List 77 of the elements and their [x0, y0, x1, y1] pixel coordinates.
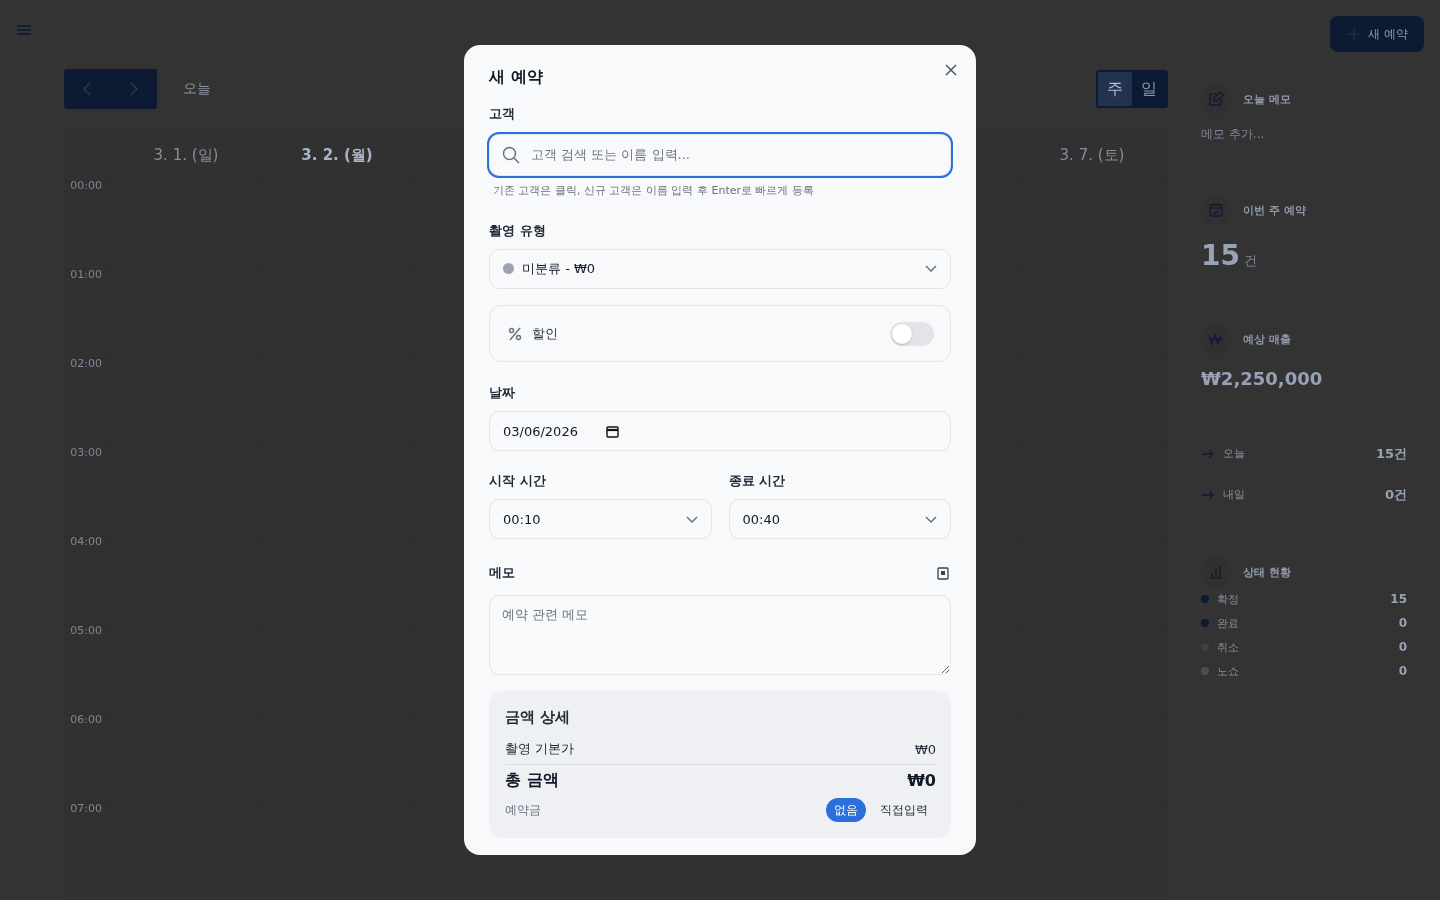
- view-tab[interactable]: 일: [1132, 72, 1166, 106]
- status-label: 확정: [1217, 591, 1240, 607]
- status-count: 15: [1390, 592, 1407, 606]
- field-label: 날짜: [489, 384, 516, 403]
- price-value: ₩0: [914, 741, 936, 757]
- date-field[interactable]: 03/06/2026: [489, 411, 951, 452]
- type-select[interactable]: 미분류 - ₩0: [489, 248, 951, 289]
- customer-search-field[interactable]: 고객 검색 또는 이름 입력...: [487, 131, 953, 178]
- count-unit: 건: [1243, 252, 1257, 270]
- field-label: 고객: [489, 104, 516, 123]
- end-time-select[interactable]: 00:40: [728, 499, 951, 540]
- note-icon: [937, 566, 949, 580]
- time-label: 04:00: [70, 535, 103, 550]
- deposit-option[interactable]: 직접입력: [872, 798, 936, 822]
- card-title: 예상 매출: [1243, 331, 1291, 347]
- time-label: 01:00: [70, 268, 103, 283]
- arrow-icon: [1201, 447, 1215, 460]
- hint-text: 기존 고객은 클릭, 신규 고객은 이름 입력 후 Enter로 빠르게 등록: [493, 182, 815, 198]
- time-label: 06:00: [70, 713, 103, 728]
- status-count: 0: [1398, 640, 1407, 654]
- memo-field[interactable]: 예약 관련 메모: [489, 595, 951, 675]
- discount-label: 할인: [532, 324, 558, 343]
- close-icon: [945, 63, 957, 76]
- bar-chart-icon: [1208, 564, 1224, 580]
- chevron-right-icon: [129, 82, 138, 96]
- status-label: 취소: [1217, 639, 1240, 655]
- calendar-icon: [605, 424, 619, 438]
- today-button[interactable]: 오늘: [177, 79, 217, 99]
- memo-field[interactable]: 메모 추가...: [1201, 126, 1407, 143]
- time-label: 00:00: [70, 179, 103, 194]
- day-header: 3. 2. (월): [301, 145, 373, 165]
- card-title: 이번 주 예약: [1243, 202, 1306, 218]
- time-label: 03:00: [70, 446, 103, 461]
- status-count: 0: [1398, 616, 1407, 630]
- deposit-label: 예약금: [505, 801, 541, 819]
- card-title: 오늘 메모: [1243, 91, 1291, 107]
- new-reservation-button[interactable]: 새 예약: [1330, 16, 1424, 52]
- summary-title: 금액 상세: [505, 708, 572, 727]
- chevron-down-icon: [925, 265, 937, 273]
- status-label: 완료: [1217, 615, 1240, 631]
- deposit-option[interactable]: 없음: [826, 798, 866, 822]
- start-time-select[interactable]: 00:10: [489, 499, 712, 540]
- field-label: 메모: [489, 564, 515, 583]
- field-label: 시작 시간: [489, 472, 547, 491]
- discount-toggle[interactable]: [890, 321, 934, 346]
- time-label: 07:00: [70, 802, 103, 817]
- won-icon: [1208, 331, 1224, 347]
- calendar-icon: [1208, 202, 1224, 218]
- time-label: 05:00: [70, 624, 103, 639]
- dialog-title: 새 예약: [489, 67, 543, 89]
- menu-icon[interactable]: [17, 25, 31, 35]
- reservation-count: 15: [1201, 239, 1240, 272]
- search-icon: [502, 145, 520, 164]
- upcoming-label: 오늘: [1223, 446, 1246, 461]
- total-value: ₩0: [907, 771, 936, 790]
- upcoming-count: 0건: [1384, 485, 1407, 504]
- field-label: 촬영 유형: [489, 221, 547, 240]
- upcoming-count: 15건: [1375, 444, 1407, 463]
- status-count: 0: [1398, 664, 1407, 678]
- pencil-icon: [1208, 91, 1224, 107]
- chevron-left-icon: [83, 82, 92, 96]
- arrow-icon: [1201, 488, 1215, 501]
- upcoming-label: 내일: [1223, 487, 1246, 502]
- price-label: 촬영 기본가: [505, 740, 575, 758]
- day-header: 3. 7. (토): [1059, 145, 1125, 165]
- view-tab[interactable]: 주: [1098, 72, 1132, 106]
- template-button[interactable]: [935, 564, 951, 582]
- percent-icon: [508, 326, 522, 341]
- total-label: 총 금액: [505, 770, 559, 791]
- status-label: 노쇼: [1217, 663, 1240, 679]
- field-label: 종료 시간: [728, 472, 787, 491]
- chevron-down-icon: [685, 515, 698, 523]
- card-title: 상태 현황: [1243, 564, 1291, 580]
- time-label: 02:00: [70, 357, 103, 372]
- day-header: 3. 1. (일): [153, 145, 219, 165]
- chevron-down-icon: [925, 515, 937, 523]
- sales-amount: ₩2,250,000: [1201, 368, 1324, 389]
